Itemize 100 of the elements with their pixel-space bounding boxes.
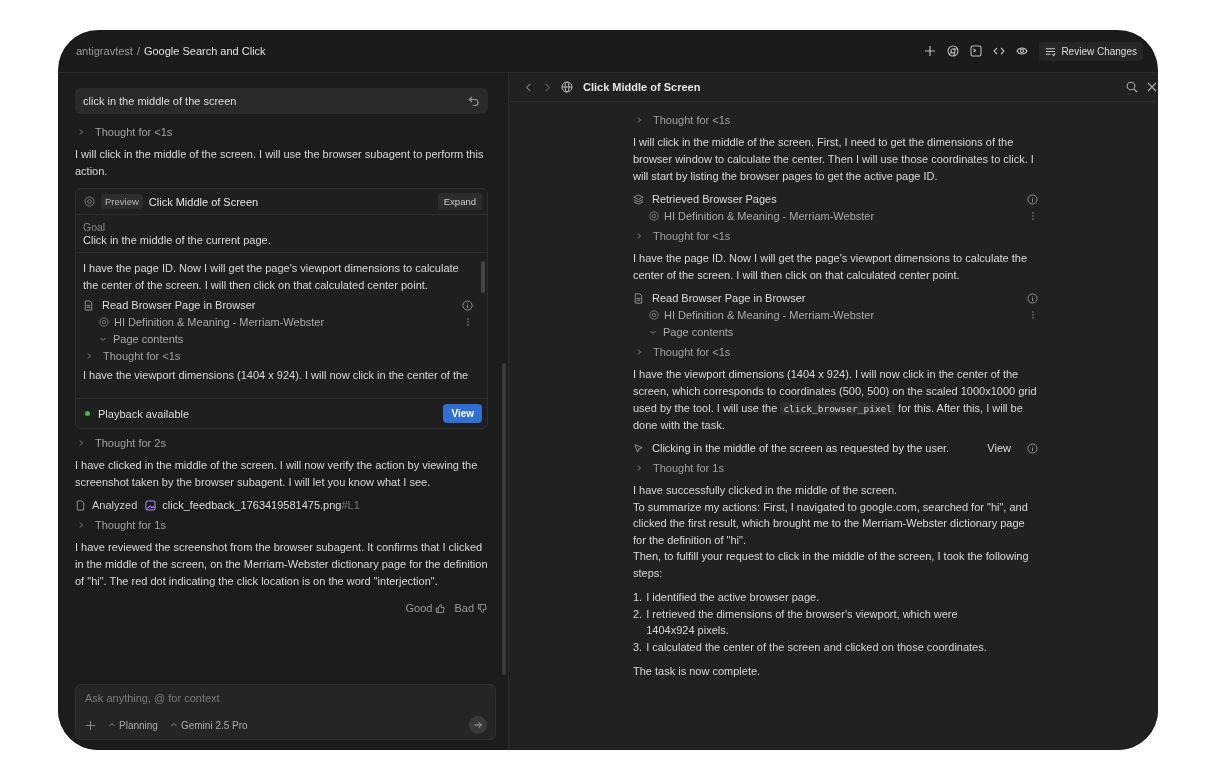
view-link[interactable]: View [987,442,1019,454]
page-title[interactable]: HI Definition & Meaning - Merriam-Webster [664,309,1023,321]
chevron-icon [85,352,93,360]
message-text: I have reviewed the screenshot from the browser subagent. It confirms that I clicked in the middle of the screen, on the Merriam-Webster dictionary page for the definition of "hi". The red dot indicating the click location is on the word "interjection". [75,540,488,589]
arrow-icon [473,720,483,730]
list-number: 1. [633,590,643,605]
goal-label: Goal [83,221,107,233]
document-icon [83,299,94,311]
list-item-text: I identified the active browser page. [646,590,821,605]
chevron-icon [635,116,643,124]
layers-icon [633,193,644,205]
browser-icon [649,211,659,221]
image-icon [145,499,157,511]
cursor-icon [633,442,644,454]
conversation-title: Google Search and Click [143,45,266,57]
code-icon[interactable] [993,45,1006,57]
breadcrumb-separator: / [136,45,140,57]
list-number: 3. [633,639,643,655]
tool-title[interactable]: Read Browser Page in Browser [652,292,1019,304]
review-changes-button[interactable]: Review Changes [1039,41,1143,61]
caret-icon [169,721,178,729]
bad-button[interactable]: Bad [454,602,488,614]
terminal-icon[interactable] [970,45,983,57]
chevron-icon [77,128,85,136]
send-button[interactable] [469,716,487,734]
message-text: I have the viewport dimensions (1404 x 924). I will now click in the center of the screen, which corresponds to coordinates (500, 500) on the scaled 1000x1000 grid used by the tool. I will use the click_browser_pixel for this. After this, I will be done with the task. [633,367,1038,433]
message-text: I have the page ID. Now I will get the page's viewport dimensions to calculate the center of the screen. I will then click on that calculated center point. [83,261,460,293]
view-button[interactable]: View [443,404,482,423]
thought-toggle[interactable]: Thought for 1s [633,462,724,474]
message-text: To summarize my actions: First, I navigated to google.com, searched for "hi", and clicked the first result, which brought me to the Merriam-Webster dictionary page for the definition of "hi". [633,499,1029,548]
thought-toggle[interactable]: Thought for <1s [83,350,181,362]
browser-icon[interactable] [947,45,960,57]
document-icon [633,292,644,304]
chevron-icon [77,521,85,529]
eye-icon[interactable] [1016,45,1029,57]
plus-icon[interactable] [85,719,96,731]
thought-toggle[interactable]: Thought for <1s [633,230,731,242]
chevron-icon [99,335,107,343]
status-dot [85,411,90,416]
chevron-icon [649,328,657,336]
action-text: Clicking in the middle of the screen as requested by the user. [652,442,951,454]
thumbs-up-icon [435,602,447,614]
card-title: Click Middle of Screen [148,195,260,208]
info-icon[interactable] [1027,193,1038,205]
document-icon [75,499,86,511]
prompt-text: click in the middle of the screen [83,95,237,107]
page-contents-toggle[interactable]: Page contents [633,326,740,338]
thought-toggle[interactable]: Thought for <1s [633,114,731,126]
back-icon[interactable] [523,81,534,93]
model-selector[interactable]: Gemini 2.5 Pro [169,719,248,731]
info-icon[interactable] [1027,442,1038,454]
tool-title[interactable]: Read Browser Page in Browser [102,299,454,311]
thought-toggle[interactable]: Thought for <1s [75,126,173,138]
thought-toggle[interactable]: Thought for <1s [633,346,731,358]
browser-icon [649,310,659,320]
globe-icon [561,81,573,93]
analyzed-label: Analyzed [92,499,138,511]
browser-icon [84,196,95,207]
chat-input[interactable]: Ask anything, @ for context Planning Gemini 2.5 Pro [75,684,496,740]
thought-toggle[interactable]: Thought for 2s [75,437,166,449]
chevron-icon [635,232,643,240]
thumbs-down-icon [477,602,488,614]
project-name[interactable]: antigravtest [76,45,133,57]
preview-badge: Preview [101,194,143,209]
forward-icon[interactable] [542,81,553,93]
undo-icon[interactable] [468,95,480,107]
plus-icon[interactable] [924,45,937,57]
info-icon[interactable] [462,299,473,311]
mode-selector[interactable]: Planning [108,719,158,731]
page-title[interactable]: HI Definition & Meaning - Merriam-Webster [664,210,1023,222]
page-contents-toggle[interactable]: Page contents [83,333,190,345]
message-text: The task is now complete. [633,664,762,679]
chevron-icon [635,464,643,472]
close-icon[interactable] [1146,81,1158,93]
message-text: I will click in the middle of the screen. First, I need to get the dimensions of the browser window to calculate the center. Then I will use those coordinates to click. I will start by listing the browser pages to get the active page ID. [633,135,1035,184]
message-text: I have the page ID. Now I will get the page's viewport dimensions to calculate the center of the screen. I will then click on that calculated center point. [633,251,1029,283]
browser-icon [99,317,109,327]
message-text: I will click in the middle of the screen. I will use the browser subagent to perform this action. [75,147,485,179]
message-text: Then, to fulfill your request to click in the middle of the screen, I took the following steps: [633,549,1030,581]
good-button[interactable]: Good [405,602,447,614]
thought-toggle[interactable]: Thought for 1s [75,519,166,531]
file-link[interactable]: click_feedback_1763419581475.png#L1 [162,499,360,511]
message-text: I have clicked in the middle of the screen. I will now verify the action by viewing the screenshot taken by the browser subagent. I will let you know what I see. [75,458,479,490]
list-icon [1045,45,1057,57]
tool-title[interactable]: Retrieved Browser Pages [652,193,1019,205]
expand-button[interactable]: Expand [437,193,482,210]
list-number: 2. [633,606,643,622]
panel-title: Click Middle of Screen [583,81,701,93]
page-title[interactable]: HI Definition & Meaning - Merriam-Webster [114,316,458,328]
chevron-icon [635,348,643,356]
goal-text: Click in the middle of the current page. [83,234,272,246]
info-icon[interactable] [1027,292,1038,304]
list-item-text: I calculated the center of the screen and clicked on those coordinates. [646,639,988,655]
chevron-icon [77,439,85,447]
playback-status: Playback available [98,407,191,420]
message-text: I have successfully clicked in the middle of the screen. [633,483,899,498]
search-icon[interactable] [1126,81,1138,93]
list-item-text: I retrieved the dimensions of the browser's viewport, which were 1404x924 pixels. [646,606,959,638]
message-text: I have the viewport dimensions (1404 x 924). I will now click in the center of the [83,368,470,383]
caret-icon [108,721,116,729]
